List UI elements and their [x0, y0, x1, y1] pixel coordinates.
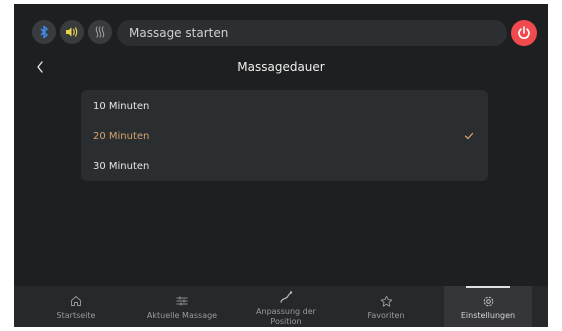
recline-icon: [279, 290, 293, 304]
duration-option-label: 10 Minuten: [93, 100, 150, 112]
nav-item-settings[interactable]: Einstellungen: [444, 286, 532, 327]
power-button[interactable]: [511, 20, 537, 46]
duration-option-label: 20 Minuten: [93, 130, 150, 142]
screen: Massage starten Massagedauer 10 Minuten …: [14, 4, 548, 327]
active-indicator: [466, 286, 510, 288]
top-bar: Massage starten: [14, 4, 548, 54]
nav-label: Startseite: [56, 311, 96, 320]
nav-label: Anpassung der Position: [256, 307, 316, 326]
nav-item-position[interactable]: Anpassung der Position: [240, 286, 332, 327]
home-icon: [70, 294, 82, 308]
duration-option-30[interactable]: 30 Minuten: [81, 151, 488, 181]
nav-label: Einstellungen: [460, 311, 516, 320]
page-title: Massagedauer: [237, 60, 325, 74]
duration-option-10[interactable]: 10 Minuten: [81, 91, 488, 121]
nav-label: Aktuelle Massage: [146, 311, 218, 320]
power-icon: [518, 26, 530, 39]
gear-icon: [482, 294, 495, 308]
heat-icon[interactable]: [88, 20, 112, 44]
duration-list: 10 Minuten 20 Minuten 30 Minuten: [81, 90, 488, 181]
nav-label: Favoriten: [367, 311, 405, 320]
start-massage-label: Massage starten: [129, 26, 229, 40]
bottom-nav: Startseite Aktuelle Massage Anpassung de…: [14, 286, 548, 327]
sliders-icon: [175, 294, 189, 308]
start-massage-button[interactable]: Massage starten: [117, 20, 507, 46]
star-icon: [380, 294, 393, 308]
nav-item-home[interactable]: Startseite: [39, 286, 113, 327]
duration-option-label: 30 Minuten: [93, 160, 150, 172]
checkmark-icon: [464, 132, 474, 140]
bluetooth-icon[interactable]: [32, 20, 56, 44]
duration-option-20[interactable]: 20 Minuten: [81, 121, 488, 151]
nav-item-current-massage[interactable]: Aktuelle Massage: [134, 286, 230, 327]
speaker-icon[interactable]: [60, 20, 84, 44]
nav-item-favorites[interactable]: Favoriten: [352, 286, 420, 327]
